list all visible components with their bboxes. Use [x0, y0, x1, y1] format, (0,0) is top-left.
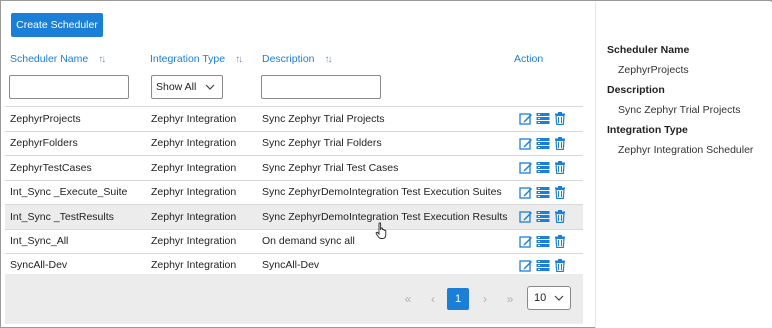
trash-icon[interactable] — [553, 259, 567, 273]
chevron-down-icon — [554, 295, 564, 301]
first-page-button[interactable]: « — [397, 288, 419, 310]
app-window: Create Scheduler Scheduler Name ↑↓ Integ… — [0, 0, 772, 328]
cell-scheduler-name: ZephyrProjects — [10, 112, 81, 125]
name-filter-input[interactable] — [9, 75, 129, 99]
edit-icon[interactable] — [519, 235, 533, 248]
row-actions — [519, 136, 567, 150]
details-icon[interactable] — [536, 112, 550, 125]
details-name-label: Scheduler Name — [607, 44, 690, 56]
cell-scheduler-name: ZephyrFolders — [10, 137, 78, 150]
integration-type-filter-select[interactable]: Show All — [151, 75, 223, 99]
row-actions — [519, 259, 567, 273]
table-row[interactable]: ZephyrProjects Zephyr Integration Sync Z… — [5, 106, 583, 131]
sort-icon[interactable]: ↑↓ — [325, 54, 333, 65]
column-header-label: Integration Type — [150, 53, 226, 65]
edit-icon[interactable] — [519, 186, 533, 199]
cell-integration-type: Zephyr Integration — [151, 137, 237, 150]
edit-icon[interactable] — [519, 137, 533, 150]
cell-description: On demand sync all — [262, 235, 355, 248]
table-row[interactable]: Int_Sync _TestResults Zephyr Integration… — [5, 204, 583, 229]
column-header-label: Action — [514, 53, 544, 65]
cell-integration-type: Zephyr Integration — [151, 235, 237, 248]
trash-icon[interactable] — [553, 210, 567, 224]
row-actions — [519, 161, 567, 175]
chevron-down-icon — [205, 84, 215, 90]
details-icon[interactable] — [536, 235, 550, 248]
edit-icon[interactable] — [519, 210, 533, 223]
hand-cursor-icon — [375, 222, 387, 239]
page-size-select[interactable]: 10 — [527, 286, 571, 310]
cell-description: SyncAll-Dev — [262, 259, 320, 272]
details-name-value: ZephyrProjects — [618, 64, 689, 76]
sort-icon[interactable]: ↑↓ — [235, 54, 243, 65]
column-header-label: Description — [262, 53, 315, 65]
cell-scheduler-name: Int_Sync _TestResults — [10, 210, 114, 223]
column-header-scheduler-name[interactable]: Scheduler Name ↑↓ — [10, 51, 106, 67]
row-actions — [519, 112, 567, 126]
trash-icon[interactable] — [553, 185, 567, 199]
current-page-button[interactable]: 1 — [447, 288, 469, 310]
details-type-value: Zephyr Integration Scheduler — [618, 144, 754, 156]
sort-icon[interactable]: ↑↓ — [98, 54, 106, 65]
details-icon[interactable] — [536, 210, 550, 223]
trash-icon[interactable] — [553, 112, 567, 126]
cell-description: Sync Zephyr Trial Projects — [262, 112, 385, 125]
details-icon[interactable] — [536, 186, 550, 199]
cell-description: Sync ZephyrDemoIntegration Test Executio… — [262, 210, 508, 223]
cell-description: Sync Zephyr Trial Folders — [262, 137, 382, 150]
cell-scheduler-name: SyncAll-Dev — [10, 259, 68, 272]
details-icon[interactable] — [536, 161, 550, 174]
cell-integration-type: Zephyr Integration — [151, 186, 237, 199]
column-header-action: Action — [514, 51, 543, 67]
cell-scheduler-name: ZephyrTestCases — [10, 161, 92, 174]
table-row[interactable]: Int_Sync_All Zephyr Integration On deman… — [5, 228, 583, 254]
scheduler-details-panel: Scheduler Name ZephyrProjects Descriptio… — [596, 2, 772, 328]
filter-select-value: Show All — [156, 81, 197, 93]
edit-icon[interactable] — [519, 161, 533, 174]
column-header-integration-type[interactable]: Integration Type ↑↓ — [150, 51, 243, 67]
description-filter-input[interactable] — [261, 75, 381, 99]
details-icon[interactable] — [536, 137, 550, 150]
cell-scheduler-name: Int_Sync _Execute_Suite — [10, 186, 128, 199]
table-row[interactable]: ZephyrTestCases Zephyr Integration Sync … — [5, 155, 583, 180]
row-actions — [519, 234, 567, 248]
column-header-label: Scheduler Name — [10, 53, 89, 65]
trash-icon[interactable] — [553, 234, 567, 248]
details-type-label: Integration Type — [607, 124, 688, 136]
prev-page-button[interactable]: ‹ — [422, 288, 444, 310]
cell-description: Sync Zephyr Trial Test Cases — [262, 161, 399, 174]
details-description-value: Sync Zephyr Trial Projects — [618, 104, 741, 116]
column-header-description[interactable]: Description ↑↓ — [262, 51, 333, 67]
details-description-label: Description — [607, 84, 665, 96]
table-row[interactable]: Int_Sync _Execute_Suite Zephyr Integrati… — [5, 179, 583, 205]
pagination-bar: « ‹ 1 › » 10 — [5, 274, 583, 324]
page-size-value: 10 — [534, 292, 547, 304]
cell-integration-type: Zephyr Integration — [151, 259, 237, 272]
trash-icon[interactable] — [553, 136, 567, 150]
cell-integration-type: Zephyr Integration — [151, 161, 237, 174]
cell-integration-type: Zephyr Integration — [151, 112, 237, 125]
cell-integration-type: Zephyr Integration — [151, 210, 237, 223]
last-page-button[interactable]: » — [499, 288, 521, 310]
trash-icon[interactable] — [553, 161, 567, 175]
scheduler-table-body: ZephyrProjects Zephyr Integration Sync Z… — [5, 106, 583, 278]
table-row[interactable]: ZephyrFolders Zephyr Integration Sync Ze… — [5, 130, 583, 156]
edit-icon[interactable] — [519, 112, 533, 125]
create-scheduler-button[interactable]: Create Scheduler — [11, 13, 103, 37]
details-icon[interactable] — [536, 259, 550, 272]
scheduler-list-panel: Create Scheduler Scheduler Name ↑↓ Integ… — [3, 3, 595, 325]
cell-description: Sync ZephyrDemoIntegration Test Executio… — [262, 186, 502, 199]
row-actions — [519, 185, 567, 199]
row-actions — [519, 210, 567, 224]
cell-scheduler-name: Int_Sync_All — [10, 235, 69, 248]
edit-icon[interactable] — [519, 259, 533, 272]
next-page-button[interactable]: › — [474, 288, 496, 310]
